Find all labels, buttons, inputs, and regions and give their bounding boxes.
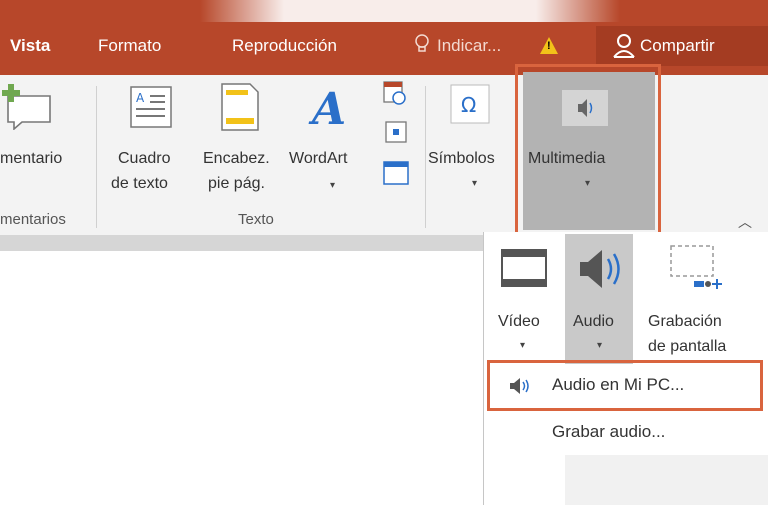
symbols-label[interactable]: Símbolos — [428, 150, 495, 168]
warning-icon[interactable]: ! — [540, 37, 558, 54]
textbox-label-line2[interactable]: de texto — [111, 175, 168, 193]
title-background — [200, 0, 620, 22]
audio-dropdown-arrow[interactable]: ▾ — [597, 340, 602, 351]
screen-recording-label-line1[interactable]: Grabación — [648, 313, 722, 331]
header-footer-label-line1[interactable]: Encabez. — [203, 150, 270, 168]
audio-label[interactable]: Audio — [573, 313, 614, 331]
audio-speaker-icon[interactable] — [576, 246, 626, 292]
multimedia-highlight-box — [515, 64, 661, 236]
header-footer-label-line2[interactable]: pie pág. — [208, 175, 265, 193]
menu-item-record-audio[interactable]: Grabar audio... — [552, 422, 665, 442]
video-icon[interactable] — [500, 248, 548, 288]
group-label-texto: Texto — [238, 211, 274, 228]
screen-recording-label-line2[interactable]: de pantalla — [648, 338, 726, 356]
collapse-ribbon-icon[interactable]: ︿ — [738, 212, 752, 232]
wordart-icon[interactable]: A — [308, 82, 354, 132]
video-label[interactable]: Vídeo — [498, 313, 540, 331]
video-dropdown-arrow[interactable]: ▾ — [520, 340, 525, 351]
svg-text:A: A — [136, 91, 145, 105]
dropdown-gray-region — [565, 455, 768, 505]
tab-vista[interactable]: Vista — [10, 36, 50, 56]
group-label-comentarios: mentarios — [0, 211, 66, 228]
svg-text:A: A — [308, 84, 346, 132]
audio-pc-highlight-box — [487, 360, 763, 411]
textbox-label-line1[interactable]: Cuadro — [118, 150, 170, 168]
comment-icon[interactable] — [2, 82, 54, 130]
omega-symbol-icon[interactable]: Ω — [450, 84, 490, 124]
symbols-dropdown-arrow[interactable]: ▾ — [472, 178, 477, 189]
object-icon[interactable] — [382, 160, 410, 186]
svg-text:Ω: Ω — [461, 93, 476, 117]
screen-recording-icon[interactable] — [668, 243, 724, 293]
wordart-dropdown-arrow[interactable]: ▾ — [330, 180, 335, 191]
comment-button-label[interactable]: mentario — [0, 150, 62, 168]
header-footer-icon[interactable] — [220, 82, 260, 132]
share-label: Compartir — [640, 36, 715, 55]
group-separator — [425, 86, 426, 228]
tab-reproduccion[interactable]: Reproducción — [232, 36, 337, 56]
wordart-label[interactable]: WordArt — [289, 150, 347, 168]
lightbulb-icon — [415, 34, 429, 52]
group-separator — [96, 86, 97, 228]
person-icon — [613, 34, 635, 58]
tab-formato[interactable]: Formato — [98, 36, 161, 56]
tell-me-input[interactable]: Indicar... — [437, 36, 501, 56]
textbox-icon[interactable]: A — [130, 86, 172, 128]
slide-number-icon[interactable] — [384, 120, 408, 144]
date-time-icon[interactable] — [382, 80, 408, 106]
